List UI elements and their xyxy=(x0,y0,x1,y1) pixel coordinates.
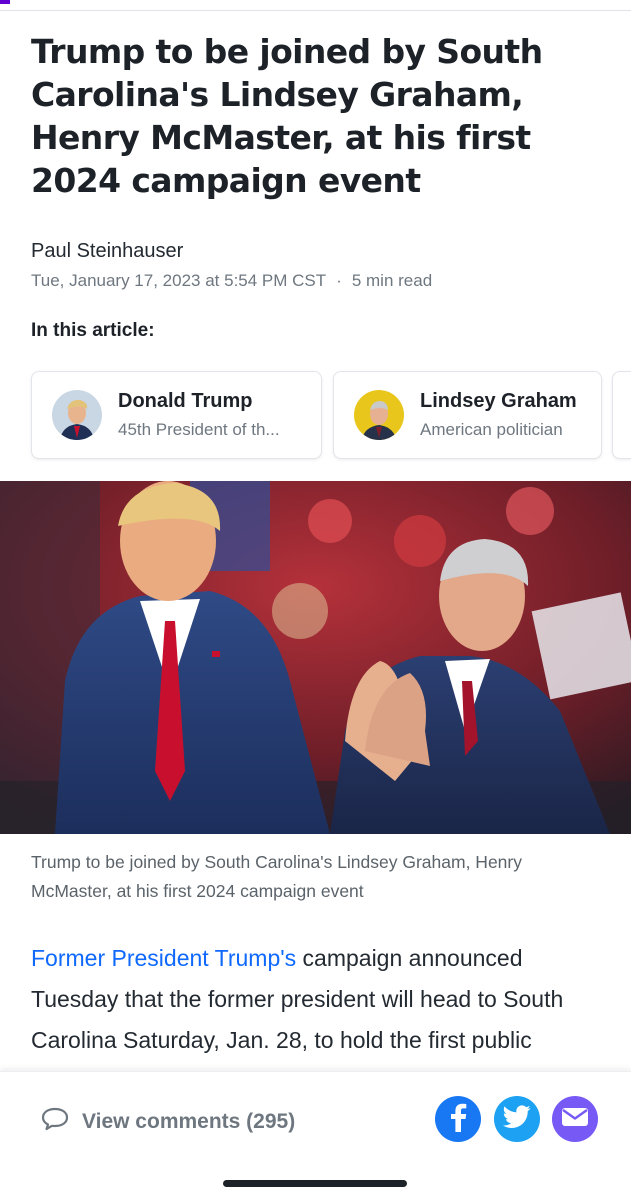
entity-card-partial[interactable] xyxy=(612,371,631,459)
hero-image xyxy=(0,481,631,834)
facebook-icon xyxy=(448,1102,468,1137)
avatar xyxy=(354,390,404,440)
article-meta: Tue, January 17, 2023 at 5:54 PM CST · 5 m… xyxy=(31,271,432,291)
entity-card-lindsey-graham[interactable]: Lindsey Graham American politician xyxy=(333,371,602,459)
author-name[interactable]: Paul Steinhauser xyxy=(31,240,183,263)
home-indicator xyxy=(223,1180,407,1187)
article-link[interactable]: Former President Trump's xyxy=(31,945,296,971)
image-caption: Trump to be joined by South Carolina's L… xyxy=(31,852,522,901)
entity-name: Lindsey Graham xyxy=(420,390,577,412)
brand-mark xyxy=(0,0,10,4)
twitter-share-button[interactable] xyxy=(494,1096,540,1142)
entity-card-donald-trump[interactable]: Donald Trump 45th President of th... xyxy=(31,371,322,459)
facebook-share-button[interactable] xyxy=(435,1096,481,1142)
in-this-article-heading: In this article: xyxy=(31,320,155,341)
view-comments-button[interactable]: View comments (295) xyxy=(40,1106,295,1137)
entity-description: American politician xyxy=(420,420,563,439)
avatar xyxy=(52,390,102,440)
read-time: 5 min read xyxy=(351,271,433,290)
comment-icon xyxy=(40,1106,70,1137)
article-headline: Trump to be joined by South Carolina's L… xyxy=(31,32,543,200)
meta-separator: · xyxy=(336,271,342,290)
entity-name: Donald Trump xyxy=(118,390,253,412)
bottom-action-bar: View comments (295) xyxy=(0,1071,631,1201)
masthead-strip xyxy=(0,0,631,11)
entity-description: 45th President of th... xyxy=(118,420,280,439)
mail-share-button[interactable] xyxy=(552,1096,598,1142)
view-comments-label: View comments (295) xyxy=(82,1109,296,1133)
publish-date: Tue, January 17, 2023 at 5:54 PM CST xyxy=(31,271,327,290)
article-body-paragraph: Former President Trump's campaign announ… xyxy=(31,938,611,1068)
mail-icon xyxy=(561,1107,589,1132)
twitter-icon xyxy=(502,1104,531,1134)
